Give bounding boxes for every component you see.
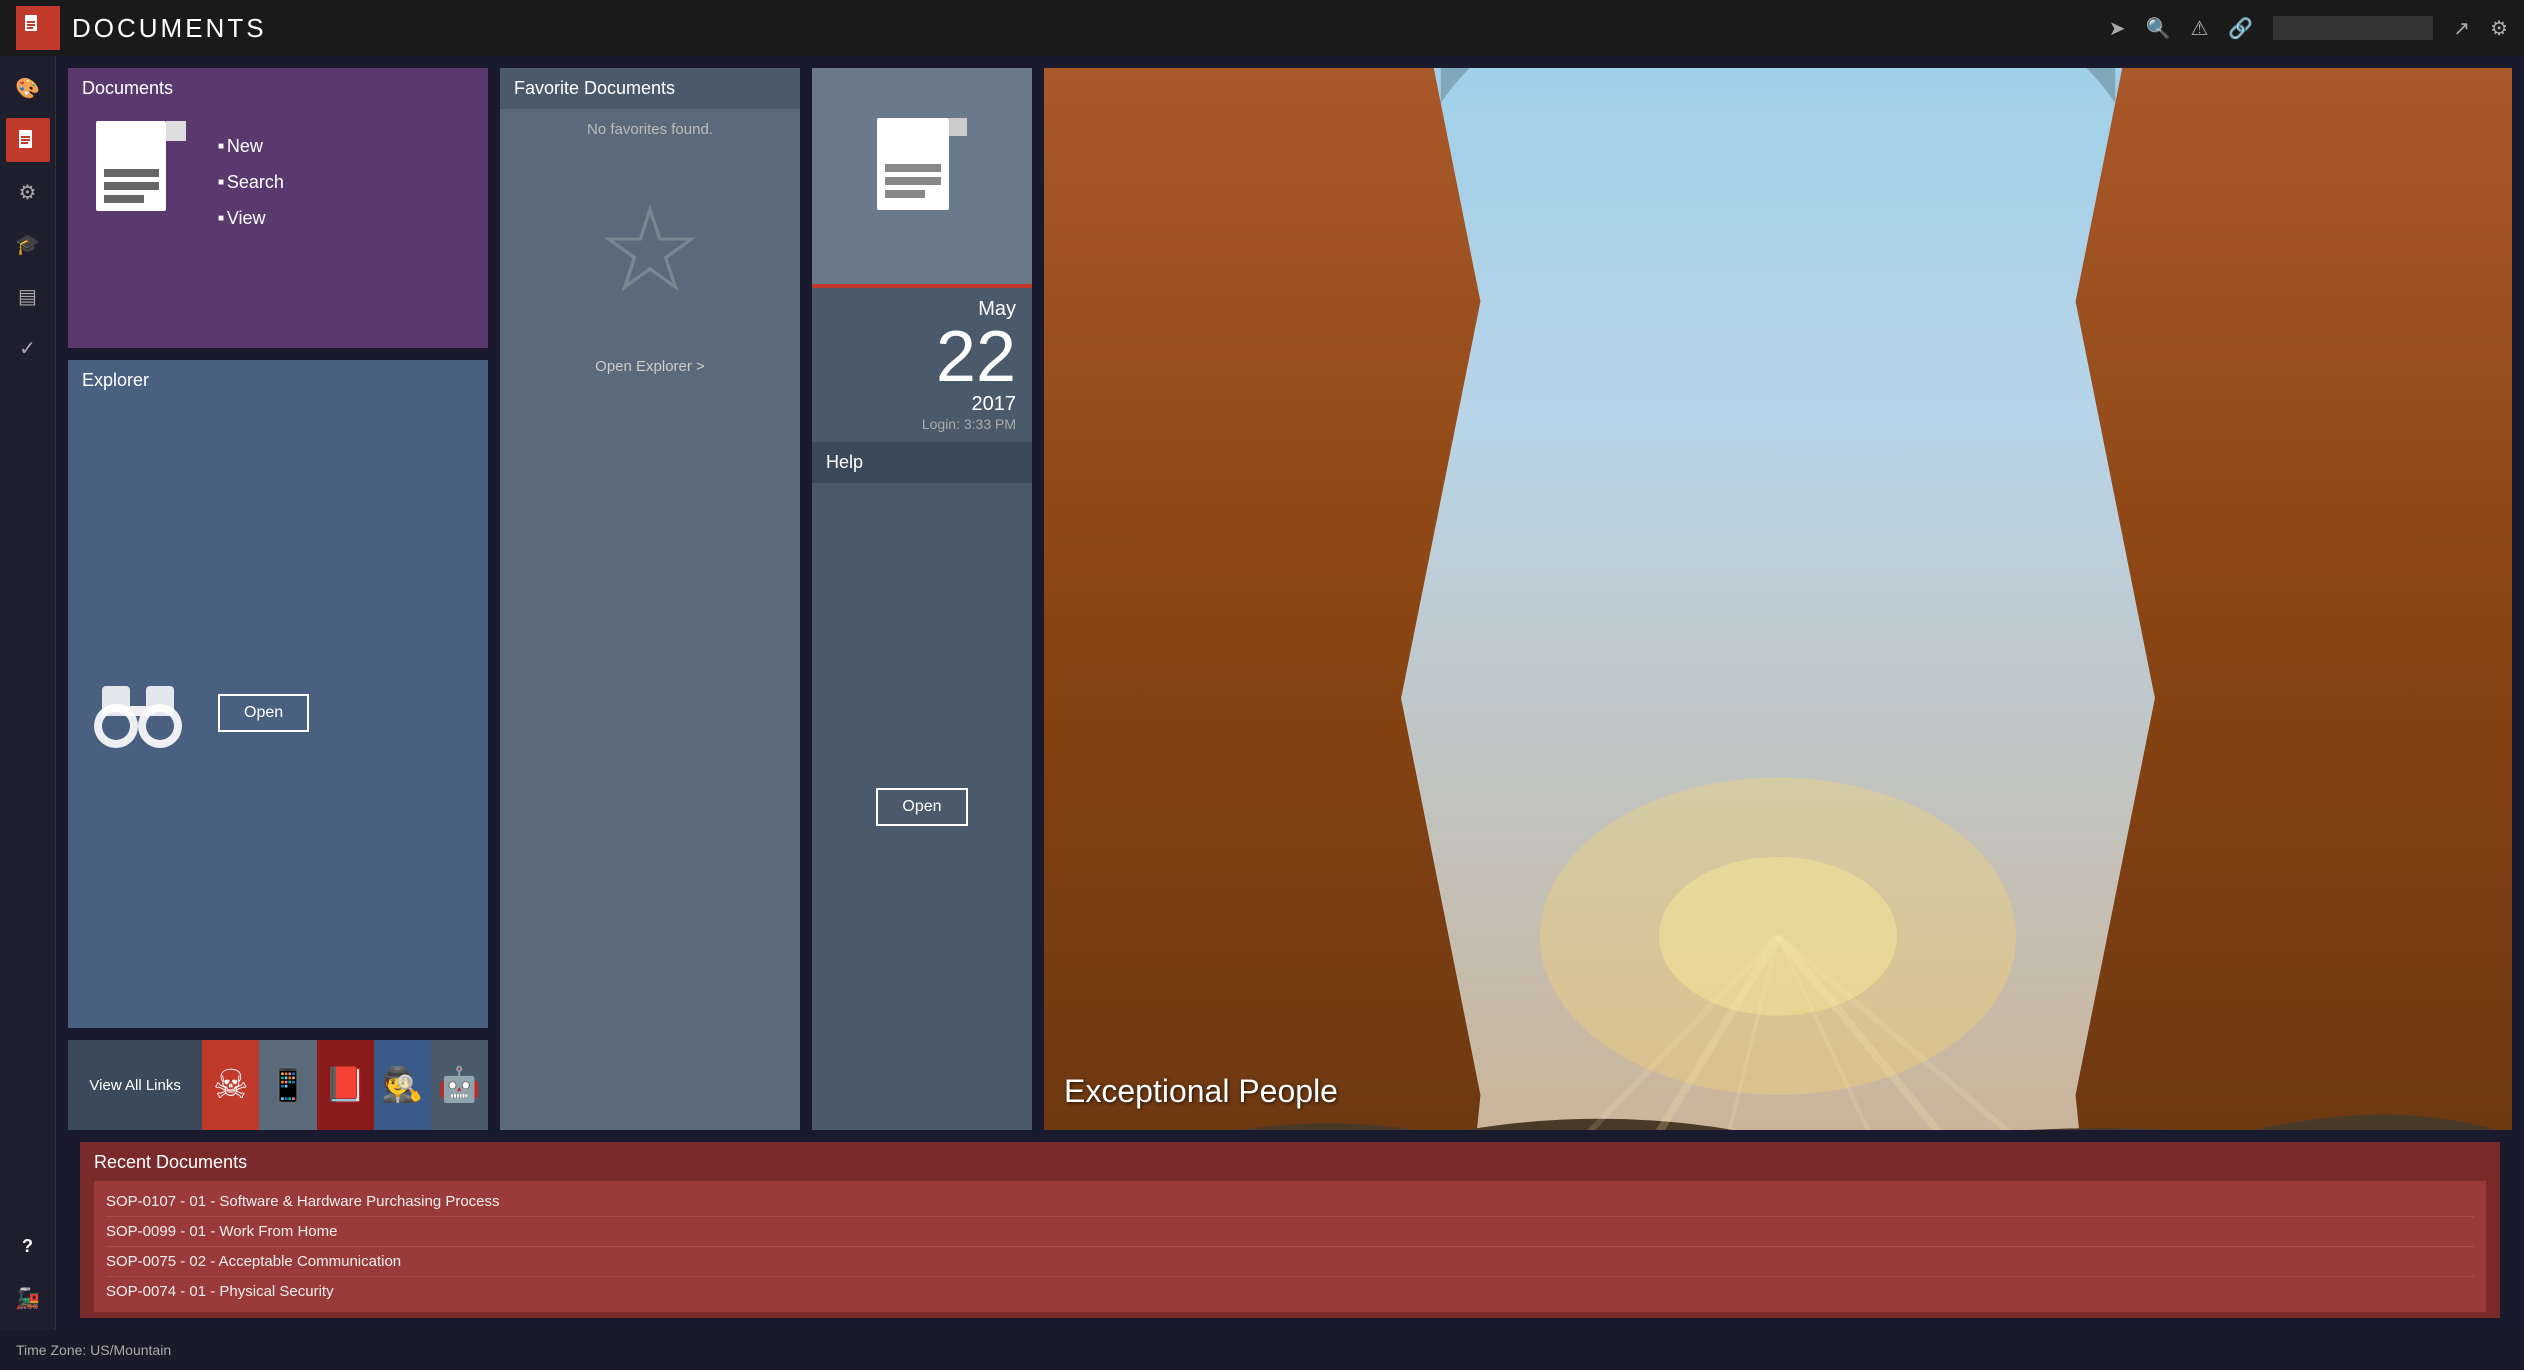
main-wrapper: 🎨 ⚙ 🎓 ▤ ✓ ? 🚂 Documents [0, 56, 2524, 1330]
topbar-actions: ➤ 🔍 ⚠ 🔗 ↗ ⚙ [2109, 16, 2508, 41]
help-open-button[interactable]: Open [876, 788, 967, 826]
robot-link-tile[interactable]: 🤖 [431, 1040, 488, 1130]
footer: Time Zone: US/Mountain [0, 1330, 2524, 1370]
link-icon[interactable]: 🔗 [2228, 16, 2253, 41]
sidebar-item-stack[interactable]: ▤ [6, 274, 50, 318]
date-login: Login: 3:33 PM [828, 416, 1016, 432]
sidebar-item-train[interactable]: 🚂 [6, 1276, 50, 1320]
background-image-area: Exceptional People [1044, 68, 2512, 1130]
export-icon[interactable]: ↗ [2453, 16, 2470, 41]
robot-icon: 🤖 [438, 1065, 480, 1105]
sidebar-item-documents[interactable] [6, 118, 50, 162]
document-large-icon [88, 119, 188, 244]
timezone-text: Time Zone: US/Mountain [16, 1342, 171, 1358]
sidebar: 🎨 ⚙ 🎓 ▤ ✓ ? 🚂 [0, 56, 56, 1330]
reddoc-link-tile[interactable]: 📕 [317, 1040, 374, 1130]
topbar-search-input[interactable] [2273, 16, 2433, 40]
left-column: Documents [68, 68, 488, 1130]
skull-icon: ☠ [213, 1062, 249, 1108]
sidebar-item-settings[interactable]: ⚙ [6, 170, 50, 214]
user-search-icon: 🕵 [381, 1065, 423, 1105]
recent-doc-item-3[interactable]: SOP-0074 - 01 - Physical Security [106, 1277, 2474, 1306]
doc-link-new[interactable]: New [218, 128, 284, 164]
date-day: 22 [828, 321, 1016, 393]
doc-link-search[interactable]: Search [218, 164, 284, 200]
phone-link-tile[interactable]: 📱 [259, 1040, 316, 1130]
open-explorer-link[interactable]: Open Explorer > [500, 350, 800, 383]
help-tile-header: Help [812, 442, 1032, 483]
skull-link-tile[interactable]: ☠ [202, 1040, 259, 1130]
app-logo [16, 6, 60, 50]
explorer-tile-header: Explorer [68, 360, 488, 401]
explorer-tile: Explorer [68, 360, 488, 1028]
phone-icon: 📱 [268, 1066, 308, 1104]
sidebar-item-palette[interactable]: 🎨 [6, 66, 50, 110]
search-icon[interactable]: 🔍 [2146, 16, 2171, 41]
recent-docs-list: SOP-0107 - 01 - Software & Hardware Purc… [94, 1181, 2486, 1312]
help-tile-content: Open [812, 483, 1032, 1130]
recent-doc-item-1[interactable]: SOP-0099 - 01 - Work From Home [106, 1217, 2474, 1247]
tagline-text: Exceptional People [1044, 1053, 2512, 1130]
explorer-open-button[interactable]: Open [218, 694, 309, 732]
nav-icon[interactable]: ➤ [2109, 16, 2126, 41]
star-icon: ☆ [500, 190, 800, 310]
right-info-column: May 22 2017 Login: 3:33 PM Help Open [812, 68, 1032, 1130]
recent-doc-item-2[interactable]: SOP-0075 - 02 - Acceptable Communication [106, 1247, 2474, 1277]
doc-thumb-icon [872, 116, 972, 236]
canyon-background-svg [1044, 68, 2512, 1130]
sidebar-item-graduation[interactable]: 🎓 [6, 222, 50, 266]
doc-link-view[interactable]: View [218, 200, 284, 236]
help-tile: Help Open [812, 442, 1032, 1130]
view-all-links-label: View All Links [89, 1077, 180, 1094]
favorite-docs-header: Favorite Documents [500, 68, 800, 109]
topbar: DOCUMENTS ➤ 🔍 ⚠ 🔗 ↗ ⚙ [0, 0, 2524, 56]
alert-icon[interactable]: ⚠ [2190, 16, 2208, 41]
documents-tile: Documents [68, 68, 488, 348]
recent-doc-item-0[interactable]: SOP-0107 - 01 - Software & Hardware Purc… [106, 1187, 2474, 1217]
red-doc-icon: 📕 [324, 1065, 366, 1105]
view-all-links-tile[interactable]: View All Links [68, 1040, 202, 1130]
sidebar-item-help[interactable]: ? [6, 1224, 50, 1268]
binoculars-icon [88, 661, 188, 766]
favorite-docs-tile: Favorite Documents No favorites found. ☆… [500, 68, 800, 1130]
sidebar-item-checklist[interactable]: ✓ [6, 326, 50, 370]
links-row: View All Links ☠ 📱 📕 🕵 🤖 [68, 1040, 488, 1130]
date-tile: May 22 2017 Login: 3:33 PM [812, 288, 1032, 442]
recent-documents-section: Recent Documents SOP-0107 - 01 - Softwar… [68, 1142, 2512, 1318]
gear-icon[interactable]: ⚙ [2490, 16, 2508, 41]
app-title: DOCUMENTS [72, 13, 2097, 44]
documents-tile-header: Documents [68, 68, 488, 109]
doc-thumbnail-tile [812, 68, 1032, 288]
date-year: 2017 [828, 393, 1016, 416]
documents-links: New Search View [218, 128, 284, 236]
middle-column: Favorite Documents No favorites found. ☆… [500, 68, 800, 1130]
recent-docs-container: Recent Documents SOP-0107 - 01 - Softwar… [80, 1142, 2500, 1318]
recent-docs-header: Recent Documents [94, 1152, 2486, 1173]
user-link-tile[interactable]: 🕵 [374, 1040, 431, 1130]
no-favorites-text: No favorites found. [500, 109, 800, 150]
